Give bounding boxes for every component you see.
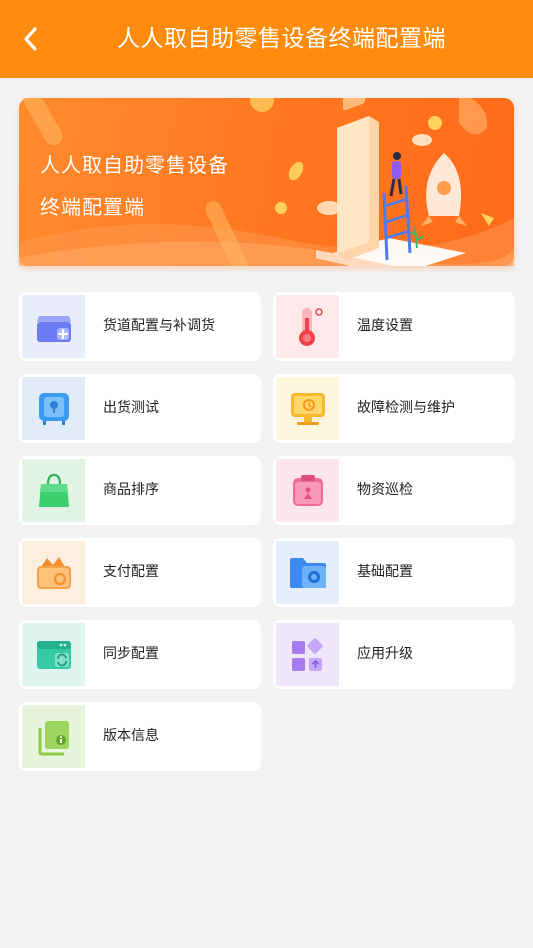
menu-item-aisle-config[interactable]: 货道配置与补调货: [19, 292, 261, 361]
menu-item-label: 故障检测与维护: [357, 400, 455, 416]
shopping-bag-icon: [22, 459, 85, 522]
sync-window-icon: [22, 623, 85, 686]
menu-item-sync-config[interactable]: 同步配置: [19, 620, 261, 689]
menu-item-label: 基础配置: [357, 564, 413, 580]
wallet-icon: [22, 541, 85, 604]
safe-icon: [22, 377, 85, 440]
menu-item-product-sort[interactable]: 商品排序: [19, 456, 261, 525]
app-grid-icon: [276, 623, 339, 686]
thermometer-icon: [276, 295, 339, 358]
menu-item-label: 应用升级: [357, 646, 413, 662]
banner: [19, 98, 514, 266]
box-plus-icon: [22, 295, 85, 358]
menu-item-label: 支付配置: [103, 564, 159, 580]
info-docs-icon: [22, 705, 85, 768]
app-header: 人人取自助零售设备终端配置端: [0, 0, 533, 78]
menu-item-label: 温度设置: [357, 318, 413, 334]
banner-title-line2: 终端配置端: [40, 195, 145, 219]
banner-title-line1: 人人取自助零售设备: [40, 153, 229, 177]
menu-item-label: 出货测试: [103, 400, 159, 416]
menu-item-basic-config[interactable]: 基础配置: [273, 538, 515, 607]
menu-item-supply-inspection[interactable]: 物资巡检: [273, 456, 515, 525]
menu-item-temperature[interactable]: 温度设置: [273, 292, 515, 361]
monitor-icon: [276, 377, 339, 440]
menu-item-label: 物资巡检: [357, 482, 413, 498]
menu-item-label: 同步配置: [103, 646, 159, 662]
menu-item-label: 货道配置与补调货: [103, 318, 215, 334]
menu-item-version-info[interactable]: 版本信息: [19, 702, 261, 771]
menu-item-label: 商品排序: [103, 482, 159, 498]
menu-item-fault-detection[interactable]: 故障检测与维护: [273, 374, 515, 443]
menu-item-dispense-test[interactable]: 出货测试: [19, 374, 261, 443]
folder-icon: [276, 541, 339, 604]
menu-item-label: 版本信息: [103, 728, 159, 744]
clipboard-icon: [276, 459, 339, 522]
menu-item-app-upgrade[interactable]: 应用升级: [273, 620, 515, 689]
page-title: 人人取自助零售设备终端配置端: [117, 26, 446, 52]
menu-item-payment-config[interactable]: 支付配置: [19, 538, 261, 607]
